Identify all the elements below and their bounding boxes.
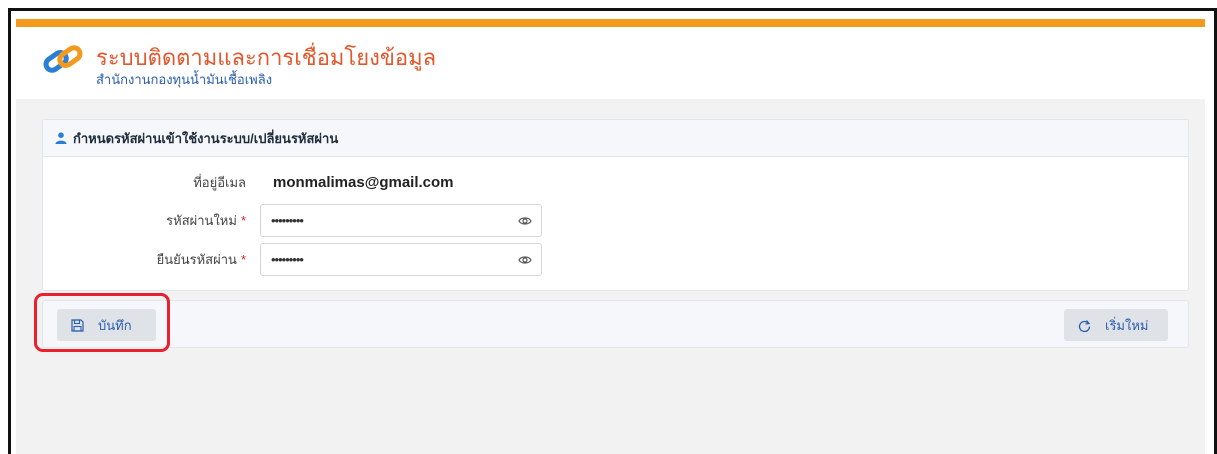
- new-password-row: รหัสผ่านใหม่ * •••••••••: [43, 203, 1188, 237]
- confirm-password-value: •••••••••: [271, 251, 304, 267]
- card-title: กำหนดรหัสผ่านเข้าใช้งานระบบ/เปลี่ยนรหัสผ…: [73, 130, 339, 146]
- link-chain-logo-icon: [43, 45, 83, 73]
- required-mark: *: [240, 251, 246, 267]
- confirm-password-input[interactable]: •••••••••: [260, 242, 542, 276]
- app-header: ระบบติดตามและการเชื่อมโยงข้อมูล สำนักงาน…: [16, 27, 1205, 99]
- reset-button[interactable]: เริ่มใหม่: [1064, 309, 1168, 341]
- password-card: กำหนดรหัสผ่านเข้าใช้งานระบบ/เปลี่ยนรหัสผ…: [42, 119, 1189, 291]
- confirm-password-label: ยืนยันรหัสผ่าน *: [156, 251, 246, 267]
- email-label: ที่อยู่อีเมล: [193, 174, 246, 190]
- card-header: กำหนดรหัสผ่านเข้าใช้งานระบบ/เปลี่ยนรหัสผ…: [43, 120, 1188, 157]
- refresh-icon: [1078, 319, 1091, 332]
- email-row: ที่อยู่อีเมล monmalimas@gmail.com: [43, 166, 1188, 198]
- accent-bar: [16, 19, 1205, 27]
- required-mark: *: [240, 212, 246, 228]
- annotation-highlight: [34, 293, 170, 352]
- new-password-value: •••••••••: [271, 212, 304, 228]
- new-password-input[interactable]: •••••••••: [260, 203, 542, 237]
- email-value: monmalimas@gmail.com: [273, 173, 454, 191]
- user-icon: [55, 132, 67, 144]
- new-password-label: รหัสผ่านใหม่ *: [166, 212, 246, 228]
- action-bar: บันทึก เริ่มใหม่: [42, 300, 1189, 348]
- eye-icon[interactable]: [518, 254, 532, 266]
- main-content: กำหนดรหัสผ่านเข้าใช้งานระบบ/เปลี่ยนรหัสผ…: [16, 99, 1205, 454]
- eye-icon[interactable]: [518, 215, 532, 227]
- confirm-password-row: ยืนยันรหัสผ่าน * •••••••••: [43, 242, 1188, 276]
- app-subtitle: สำนักงานกองทุนน้ำมันเชื้อเพลิง: [96, 72, 273, 87]
- reset-label: เริ่มใหม่: [1105, 317, 1149, 333]
